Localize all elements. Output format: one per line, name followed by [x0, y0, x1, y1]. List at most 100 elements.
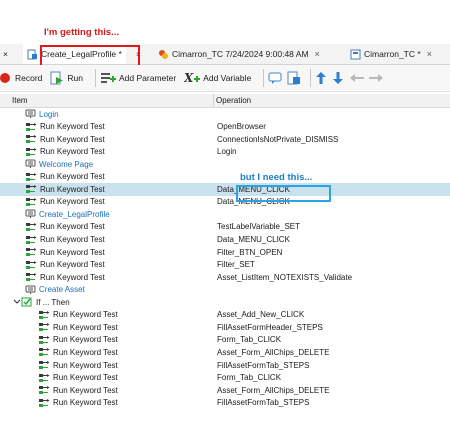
- add-variable-button[interactable]: X Add Variable: [184, 71, 251, 85]
- column-header-operation[interactable]: Operation: [216, 96, 251, 105]
- item-label: Run Keyword Test: [53, 322, 118, 332]
- item-label: Run Keyword Test: [53, 398, 118, 408]
- tree-keyword-row[interactable]: Run Keyword Test OpenBrowser: [0, 121, 450, 134]
- item-label: Create_LegalProfile: [39, 209, 110, 219]
- column-divider[interactable]: [213, 94, 214, 107]
- toolbar: Record Run Add Parameter X Add Variable: [0, 65, 450, 92]
- tree-keyword-row[interactable]: Run Keyword Test: [0, 171, 450, 184]
- run-keyword-icon: [25, 184, 37, 194]
- run-keyword-icon: [38, 360, 50, 370]
- item-label: Run Keyword Test: [40, 235, 105, 244]
- tab-label: Cimarron_TC *: [364, 49, 421, 59]
- item-cell: Create Asset: [25, 285, 85, 295]
- item-cell: Run Keyword Test: [25, 272, 105, 282]
- run-keyword-icon: [38, 385, 50, 395]
- item-cell: Run Keyword Test: [25, 122, 105, 132]
- close-icon[interactable]: ×: [3, 49, 8, 59]
- tree-keyword-row[interactable]: Run Keyword Test Data_MENU_CLICK: [0, 234, 450, 247]
- item-cell: Run Keyword Test: [25, 147, 105, 157]
- tree-keyword-row[interactable]: Run Keyword Test ConnectionIsNotPrivate_D…: [0, 133, 450, 146]
- operation-cell: FillAssetFormHeader_STEPS: [217, 322, 323, 332]
- run-button[interactable]: Run: [50, 71, 83, 85]
- annotation-mid: but I need this...: [240, 172, 313, 183]
- item-cell: If ... Then: [13, 297, 70, 307]
- tree-keyword-row[interactable]: Run Keyword Test Form_Tab_CLICK: [0, 334, 450, 347]
- operation-cell: Form_Tab_CLICK: [217, 335, 282, 345]
- item-label: Run Keyword Test: [53, 385, 118, 395]
- item-label: Login: [39, 109, 59, 119]
- item-label: Run Keyword Test: [40, 184, 105, 194]
- arrow-right-icon: [368, 73, 384, 83]
- operation-cell: OpenBrowser: [217, 122, 266, 132]
- tree-keyword-row[interactable]: Run Keyword Test TestLabelVariable_SET: [0, 221, 450, 234]
- move-left-button[interactable]: [349, 73, 365, 83]
- item-cell: Run Keyword Test: [25, 260, 105, 270]
- comment-icon: [268, 71, 283, 85]
- tab-previous-close[interactable]: ×: [3, 44, 8, 64]
- column-header-item[interactable]: Item: [12, 96, 28, 105]
- tree-keyword-row[interactable]: Run Keyword Test Asset_Form_AllChips_DELE…: [0, 384, 450, 397]
- item-cell: Run Keyword Test: [38, 385, 118, 395]
- item-cell: Welcome Page: [25, 159, 93, 169]
- tree-group-row[interactable]: Welcome Page: [0, 158, 450, 171]
- item-label: Run Keyword Test: [53, 347, 118, 357]
- item-cell: Run Keyword Test: [25, 134, 105, 144]
- run-keyword-icon: [25, 134, 37, 144]
- operation-cell: Form_Tab_CLICK: [217, 373, 282, 383]
- operation-cell: Asset_Form_AllChips_DELETE: [217, 347, 330, 357]
- tree-keyword-row[interactable]: Run Keyword Test FillAssetFormHeader_STEP…: [0, 321, 450, 334]
- tree-keyword-row[interactable]: Run Keyword Test FillAssetFormTab_STEPS: [0, 397, 450, 410]
- tree-group-row[interactable]: Login: [0, 108, 450, 121]
- tree-if-row[interactable]: If ... Then: [0, 296, 450, 309]
- tree-keyword-row[interactable]: Run Keyword Test Filter_BTN_OPEN: [0, 246, 450, 259]
- tree-keyword-row[interactable]: Run Keyword Test Asset_Add_New_CLICK: [0, 309, 450, 322]
- item-label: Run Keyword Test: [40, 247, 105, 257]
- tree-group-row[interactable]: Create Asset: [0, 284, 450, 297]
- tree-keyword-row[interactable]: Run Keyword Test Form_Tab_CLICK: [0, 372, 450, 385]
- move-up-button[interactable]: [315, 71, 327, 85]
- move-right-button[interactable]: [368, 73, 384, 83]
- tree-keyword-row[interactable]: Run Keyword Test Asset_Form_AllChips_DELE…: [0, 346, 450, 359]
- run-keyword-icon: [38, 398, 50, 408]
- tree-group-row[interactable]: Create_LegalProfile: [0, 208, 450, 221]
- tree-keyword-row[interactable]: Run Keyword Test FillAssetFormTab_STEPS: [0, 359, 450, 372]
- record-button[interactable]: Record: [0, 72, 42, 84]
- add-parameter-button[interactable]: Add Parameter: [100, 71, 176, 85]
- run-keyword-icon: [25, 235, 37, 245]
- tree-keyword-row[interactable]: Run Keyword Test Asset_ListItem_NOTEXISTS…: [0, 271, 450, 284]
- tree-keyword-row[interactable]: Run Keyword Test Filter_SET: [0, 259, 450, 272]
- item-cell: Run Keyword Test: [25, 247, 105, 257]
- operation-cell: FillAssetFormTab_STEPS: [217, 398, 310, 408]
- operation-cell: Asset_ListItem_NOTEXISTS_Validate: [217, 272, 353, 282]
- tree-keyword-row[interactable]: Run Keyword Test Login: [0, 146, 450, 159]
- close-icon[interactable]: ×: [427, 49, 432, 59]
- add-parameter-icon: [100, 71, 116, 85]
- close-icon[interactable]: ×: [315, 49, 320, 59]
- tree-keyword-row[interactable]: Run Keyword Test Data_MENU_CLICK: [0, 196, 450, 209]
- comment-button[interactable]: [268, 71, 283, 85]
- item-label: Run Keyword Test: [53, 335, 118, 345]
- group-icon: [25, 159, 36, 169]
- highlight-box-operation: [236, 185, 331, 202]
- move-down-button[interactable]: [332, 71, 344, 85]
- tab-cimarron-log[interactable]: Cimarron_TC 7/24/2024 9:00:48 AM ×: [158, 44, 320, 64]
- item-cell: Run Keyword Test: [25, 197, 105, 207]
- log-icon: [158, 49, 169, 60]
- record-icon: [0, 72, 12, 84]
- tab-cimarron-tc[interactable]: Cimarron_TC * ×: [350, 44, 432, 64]
- add-parameter-label: Add Parameter: [119, 73, 177, 83]
- item-cell: Run Keyword Test: [38, 360, 118, 370]
- run-icon: [50, 71, 64, 85]
- tree-keyword-row[interactable]: Run Keyword Test Data_MENU_CLICK: [0, 183, 450, 196]
- item-label: Run Keyword Test: [40, 172, 105, 182]
- group-icon: [25, 109, 36, 119]
- keyword-test-icon: [27, 49, 38, 60]
- operation-cell: Filter_SET: [217, 260, 255, 270]
- item-cell: Run Keyword Test: [38, 398, 118, 408]
- item-label: Run Keyword Test: [40, 272, 105, 282]
- item-label: Welcome Page: [39, 159, 94, 169]
- keyword-test-button[interactable]: [287, 71, 302, 85]
- arrow-up-icon: [315, 71, 327, 85]
- run-keyword-icon: [38, 373, 50, 383]
- run-keyword-icon: [38, 335, 50, 345]
